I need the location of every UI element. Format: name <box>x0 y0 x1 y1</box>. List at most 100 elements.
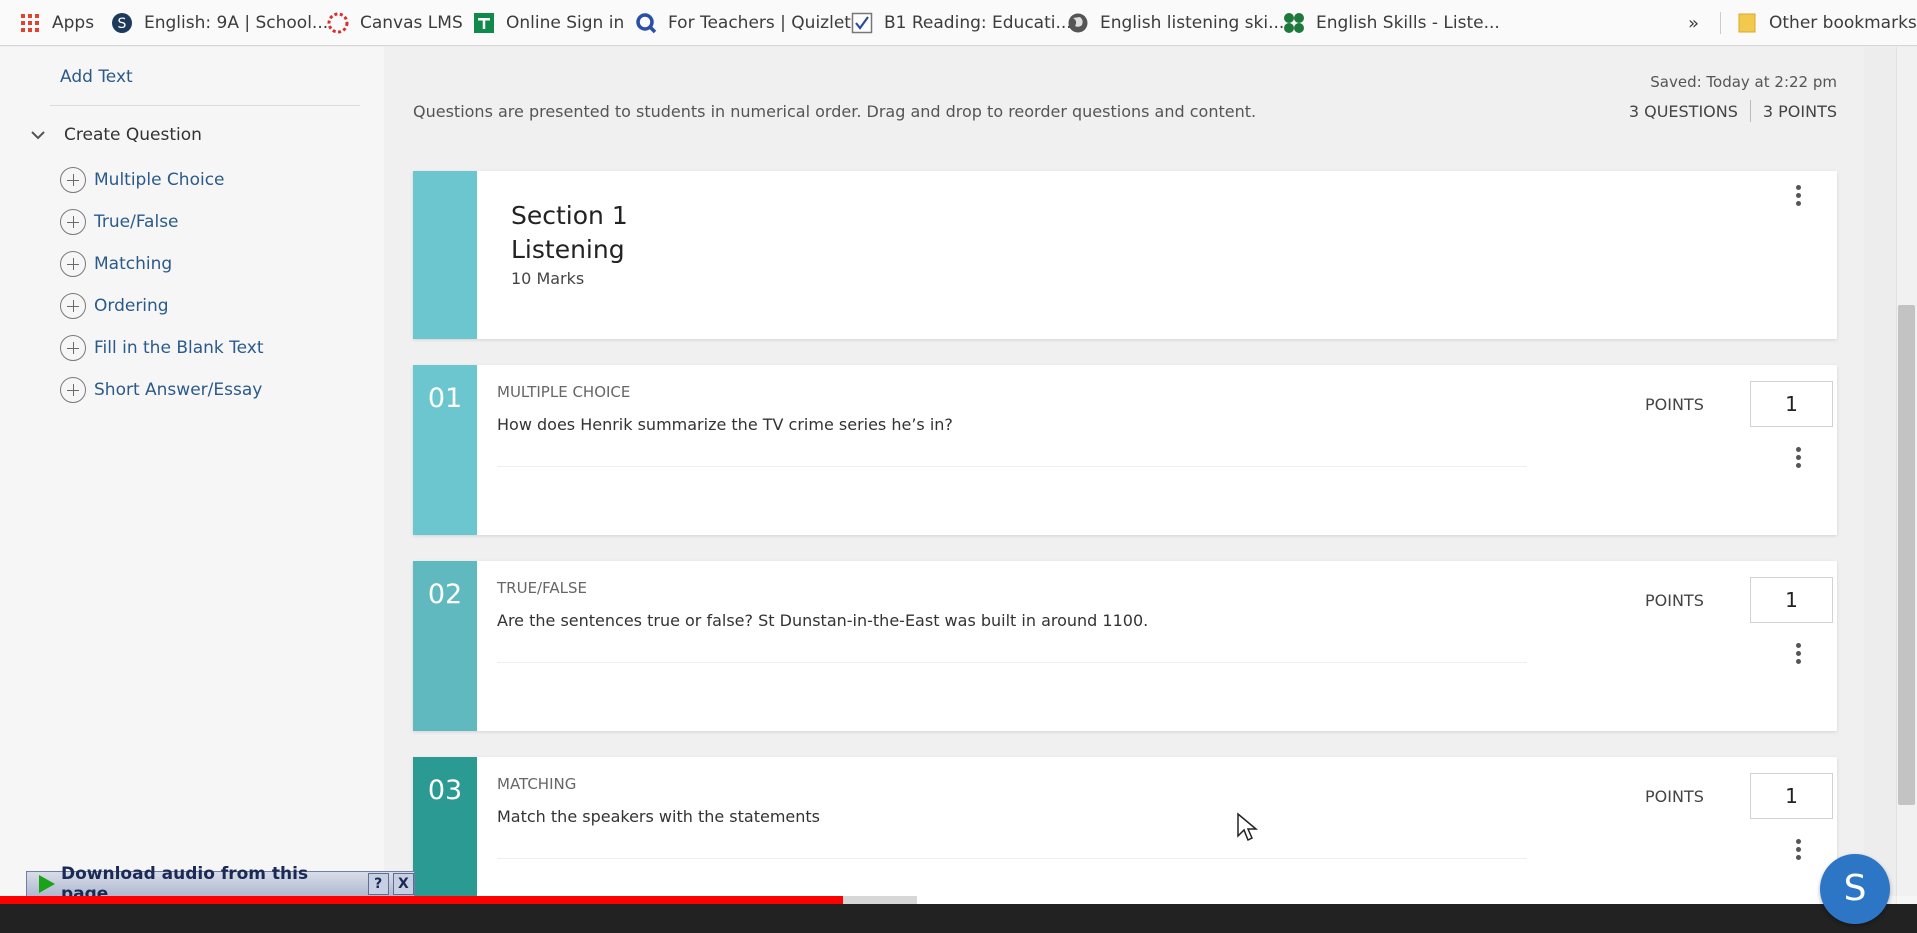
section-color-bar <box>413 171 477 339</box>
question-text[interactable]: How does Henrik summarize the TV crime s… <box>497 415 953 434</box>
play-icon <box>39 875 55 893</box>
bookmark-english-skills[interactable]: English Skills - Liste... <box>1282 0 1500 46</box>
plus-circle-icon <box>60 251 86 277</box>
sidebar-divider <box>50 105 360 106</box>
points-input[interactable]: 1 <box>1750 577 1833 623</box>
video-controls-strip <box>0 904 1917 933</box>
add-multiple-choice-button[interactable]: Multiple Choice <box>60 167 225 193</box>
plus-circle-icon <box>60 209 86 235</box>
more-options-icon[interactable] <box>1796 839 1802 865</box>
other-bookmarks-button[interactable]: Other bookmarks <box>1735 0 1917 46</box>
bookmark-label: English listening ski... <box>1100 13 1285 33</box>
page-scrollbar-thumb[interactable] <box>1898 305 1915 805</box>
bookmark-quizlet[interactable]: For Teachers | Quizlet <box>634 0 851 46</box>
points-label: POINTS <box>1645 591 1704 610</box>
apps-grid-icon <box>18 11 42 35</box>
question-text[interactable]: Are the sentences true or false? St Duns… <box>497 611 1148 630</box>
question-divider <box>497 858 1527 859</box>
check-icon <box>850 11 874 35</box>
question-number: 03 <box>427 775 463 806</box>
section-marks: 10 Marks <box>511 269 585 288</box>
svg-text:S: S <box>118 16 127 32</box>
bookmark-label: English Skills - Liste... <box>1316 13 1500 33</box>
plus-circle-icon <box>60 167 86 193</box>
question-number: 01 <box>427 383 463 414</box>
section-card[interactable]: Section 1 Listening 10 Marks <box>413 171 1837 339</box>
download-audio-toolbar: Download audio from this page ? X <box>26 864 415 904</box>
bookmark-label: B1 Reading: Educati... <box>884 13 1072 33</box>
section-title: Section 1 Listening <box>511 199 628 267</box>
question-card[interactable]: 01 MULTIPLE CHOICE How does Henrik summa… <box>413 365 1837 535</box>
plus-circle-icon <box>60 293 86 319</box>
more-options-icon[interactable] <box>1796 643 1802 669</box>
sidebar: Add Text Create Question Multiple Choice… <box>0 47 384 933</box>
schoology-icon: S <box>110 11 134 35</box>
question-text[interactable]: Match the speakers with the statements <box>497 807 820 826</box>
more-options-icon[interactable] <box>1796 447 1802 473</box>
question-divider <box>497 662 1527 663</box>
question-type-label: Matching <box>94 254 173 274</box>
bookmark-label: For Teachers | Quizlet <box>668 13 851 33</box>
bookmark-label: Apps <box>52 13 95 33</box>
add-short-answer-button[interactable]: Short Answer/Essay <box>60 377 262 403</box>
globe-icon <box>1066 11 1090 35</box>
questions-count: 3 QUESTIONS <box>1628 101 1738 121</box>
bookmark-label: English: 9A | School... <box>144 13 329 33</box>
question-type-label: Fill in the Blank Text <box>94 338 264 358</box>
summary-divider <box>1749 100 1751 122</box>
clover-icon <box>1282 11 1306 35</box>
instructions-text: Questions are presented to students in n… <box>413 102 1257 121</box>
question-type: MATCHING <box>497 775 577 793</box>
mouse-cursor-icon <box>1237 812 1259 842</box>
more-options-icon[interactable] <box>1796 185 1802 211</box>
plus-circle-icon <box>60 335 86 361</box>
video-progress-fill <box>0 896 844 904</box>
avatar[interactable]: S <box>1820 854 1890 924</box>
canvas-icon <box>326 11 350 35</box>
bookmark-english-listening[interactable]: English listening ski... <box>1066 0 1284 46</box>
points-count: 3 POINTS <box>1762 101 1837 121</box>
question-divider <box>497 466 1527 467</box>
folder-icon <box>1735 11 1759 35</box>
bookmark-b1-reading[interactable]: B1 Reading: Educati... <box>850 0 1072 46</box>
points-input[interactable]: 1 <box>1750 773 1833 819</box>
question-type: MULTIPLE CHOICE <box>497 383 631 401</box>
bookmark-online-sign-in[interactable]: Online Sign in <box>472 0 624 46</box>
question-card[interactable]: 02 TRUE/FALSE Are the sentences true or … <box>413 561 1837 731</box>
question-number: 02 <box>427 579 463 610</box>
quizlet-icon <box>634 11 658 35</box>
bookmark-label: Online Sign in <box>506 13 625 33</box>
question-type-label: Multiple Choice <box>94 170 225 190</box>
add-text-link[interactable]: Add Text <box>60 67 133 87</box>
points-label: POINTS <box>1645 395 1704 414</box>
sign-in-icon <box>472 11 496 35</box>
bookmark-schoology[interactable]: S English: 9A | School... <box>110 0 328 46</box>
bookmark-canvas[interactable]: Canvas LMS <box>326 0 463 46</box>
create-question-label: Create Question <box>64 125 202 145</box>
question-type-label: Ordering <box>94 296 169 316</box>
question-type: TRUE/FALSE <box>497 579 587 597</box>
add-fill-in-blank-button[interactable]: Fill in the Blank Text <box>60 335 264 361</box>
question-type-label: Short Answer/Essay <box>94 380 263 400</box>
close-button[interactable]: X <box>392 873 414 895</box>
plus-circle-icon <box>60 377 86 403</box>
add-ordering-button[interactable]: Ordering <box>60 293 169 319</box>
bookmarks-bar: Apps S English: 9A | School... Canvas LM… <box>0 0 1917 46</box>
points-input[interactable]: 1 <box>1750 381 1833 427</box>
question-type-label: True/False <box>94 212 179 232</box>
bookmarks-divider <box>1720 12 1721 34</box>
bookmark-apps[interactable]: Apps <box>18 0 94 46</box>
bookmarks-overflow-button[interactable]: » <box>1688 0 1699 46</box>
saved-status: Saved: Today at 2:22 pm <box>1650 73 1837 91</box>
assessment-editor: Saved: Today at 2:22 pm Questions are pr… <box>384 47 1864 933</box>
create-question-toggle[interactable]: Create Question <box>28 125 202 145</box>
help-button[interactable]: ? <box>367 873 389 895</box>
section-title-line: Listening <box>511 235 625 264</box>
bookmark-label: Canvas LMS <box>360 13 463 33</box>
add-true-false-button[interactable]: True/False <box>60 209 179 235</box>
assessment-summary: 3 QUESTIONS 3 POINTS <box>1629 100 1837 122</box>
section-title-line: Section 1 <box>511 201 628 230</box>
double-chevron-icon: » <box>1688 12 1700 34</box>
add-matching-button[interactable]: Matching <box>60 251 172 277</box>
other-bookmarks-label: Other bookmarks <box>1769 13 1917 33</box>
